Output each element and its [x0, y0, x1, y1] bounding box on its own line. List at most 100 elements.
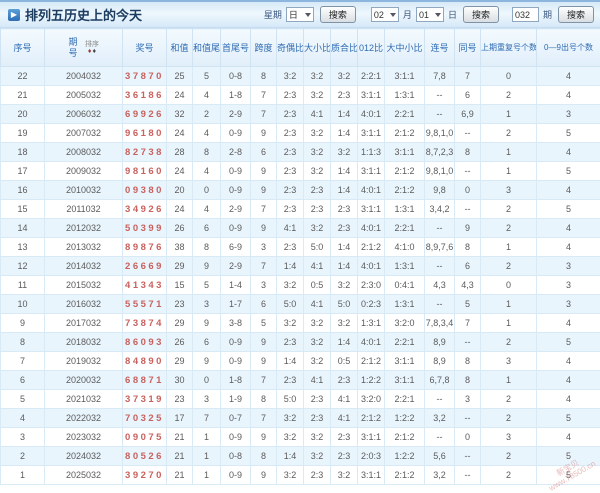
chevron-down-icon	[435, 13, 441, 17]
issue-search-button[interactable]: 搜索	[558, 6, 594, 23]
cell-sum: 28	[167, 143, 193, 162]
cell-minmax: 0-7	[221, 409, 251, 428]
month-select-value: 02	[374, 10, 384, 20]
cell-odd-even: 1:4	[277, 257, 304, 276]
cell-span: 9	[251, 181, 277, 200]
cell-span: 7	[251, 371, 277, 390]
sort-desc-icon[interactable]: ♦	[93, 48, 97, 55]
header-consecutive: 连号	[425, 29, 455, 67]
table-row: 5 2021032 37319 23 3 1-9 8 5:0 2:3 4:1 3…	[1, 390, 600, 409]
cell-minmax: 1-9	[221, 390, 251, 409]
cell-big-mid-small: 2:1:2	[385, 466, 425, 485]
cell-minmax: 2-9	[221, 105, 251, 124]
cell-big-small: 3:2	[304, 428, 331, 447]
cell-sum: 24	[167, 200, 193, 219]
cell-seq: 6	[1, 371, 45, 390]
cell-digit-count: 5	[537, 333, 600, 352]
cell-span: 7	[251, 200, 277, 219]
cell-sum: 24	[167, 124, 193, 143]
week-search-button[interactable]: 搜索	[320, 6, 356, 23]
table-body: 22 2004032 37870 25 5 0-8 8 3:2 3:2 3:2 …	[1, 67, 600, 485]
cell-period: 2020032	[45, 371, 123, 390]
cell-012: 3:2:0	[358, 390, 385, 409]
cell-same: 8	[455, 352, 481, 371]
cell-sum: 30	[167, 371, 193, 390]
cell-consecutive: 3,4,2	[425, 200, 455, 219]
table-row: 1 2025032 39270 21 1 0-9 9 3:2 2:3 3:2 3…	[1, 466, 600, 485]
cell-sum-tail: 1	[193, 447, 221, 466]
cell-digit-count: 5	[537, 162, 600, 181]
cell-odd-even: 3:2	[277, 428, 304, 447]
cell-seq: 12	[1, 257, 45, 276]
cell-consecutive: --	[425, 390, 455, 409]
issue-input[interactable]	[512, 7, 539, 22]
cell-prize: 68871	[123, 371, 167, 390]
cell-big-small: 2:3	[304, 409, 331, 428]
cell-period: 2019032	[45, 352, 123, 371]
table-row: 4 2022032 70325 17 7 0-7 7 3:2 2:3 4:1 2…	[1, 409, 600, 428]
cell-period: 2007032	[45, 124, 123, 143]
cell-big-mid-small: 3:1:1	[385, 143, 425, 162]
cell-digit-count: 4	[537, 428, 600, 447]
cell-sum-tail: 6	[193, 333, 221, 352]
cell-big-mid-small: 2:1:2	[385, 181, 425, 200]
cell-prize: 98160	[123, 162, 167, 181]
cell-prize: 37870	[123, 67, 167, 86]
cell-digit-count: 3	[537, 276, 600, 295]
cell-012: 3:1:1	[358, 86, 385, 105]
cell-minmax: 0-8	[221, 67, 251, 86]
cell-big-small: 3:2	[304, 86, 331, 105]
cell-012: 3:1:1	[358, 200, 385, 219]
month-select[interactable]: 02	[371, 7, 399, 22]
cell-prize: 37319	[123, 390, 167, 409]
sort-asc-icon[interactable]: ♦	[88, 48, 92, 55]
cell-seq: 15	[1, 200, 45, 219]
cell-period: 2013032	[45, 238, 123, 257]
cell-prize: 09075	[123, 428, 167, 447]
cell-repeat-prev: 1	[481, 143, 537, 162]
cell-big-small: 3:2	[304, 447, 331, 466]
cell-span: 8	[251, 390, 277, 409]
cell-seq: 3	[1, 428, 45, 447]
cell-012: 3:1:1	[358, 124, 385, 143]
cell-repeat-prev: 2	[481, 466, 537, 485]
cell-digit-count: 4	[537, 143, 600, 162]
header-seq: 序号	[1, 29, 45, 67]
cell-odd-even: 5:0	[277, 295, 304, 314]
cell-prime-composite: 3:2	[331, 67, 358, 86]
cell-minmax: 0-9	[221, 162, 251, 181]
cell-span: 3	[251, 276, 277, 295]
cell-sum-tail: 5	[193, 276, 221, 295]
cell-012: 4:0:1	[358, 219, 385, 238]
table-row: 3 2023032 09075 21 1 0-9 9 3:2 3:2 2:3 3…	[1, 428, 600, 447]
cell-digit-count: 4	[537, 67, 600, 86]
cell-minmax: 0-9	[221, 333, 251, 352]
cell-consecutive: 9,8,1,0	[425, 124, 455, 143]
table-row: 16 2010032 09380 20 0 0-9 9 2:3 2:3 1:4 …	[1, 181, 600, 200]
table-row: 20 2006032 69926 32 2 2-9 7 2:3 4:1 1:4 …	[1, 105, 600, 124]
table-row: 19 2007032 96180 24 4 0-9 9 2:3 3:2 1:4 …	[1, 124, 600, 143]
cell-sum-tail: 8	[193, 238, 221, 257]
month-label: 月	[403, 8, 412, 21]
cell-same: 8	[455, 143, 481, 162]
cell-minmax: 0-9	[221, 124, 251, 143]
cell-big-small: 4:1	[304, 257, 331, 276]
sort-icons: ♦ ♦	[88, 48, 96, 55]
cell-digit-count: 5	[537, 466, 600, 485]
cell-prize: 80526	[123, 447, 167, 466]
cell-odd-even: 1:4	[277, 447, 304, 466]
cell-same: 3	[455, 390, 481, 409]
date-search-button[interactable]: 搜索	[463, 6, 499, 23]
week-select[interactable]: 日	[286, 7, 314, 22]
week-select-value: 日	[289, 8, 298, 21]
day-select[interactable]: 01	[416, 7, 444, 22]
header-odd-even: 奇偶比	[277, 29, 304, 67]
sort-control[interactable]: 排序 ♦ ♦	[85, 41, 99, 55]
cell-minmax: 0-9	[221, 428, 251, 447]
cell-odd-even: 2:3	[277, 86, 304, 105]
cell-prime-composite: 5:0	[331, 295, 358, 314]
cell-period: 2011032	[45, 200, 123, 219]
cell-prize: 86093	[123, 333, 167, 352]
cell-seq: 20	[1, 105, 45, 124]
cell-prize: 36186	[123, 86, 167, 105]
